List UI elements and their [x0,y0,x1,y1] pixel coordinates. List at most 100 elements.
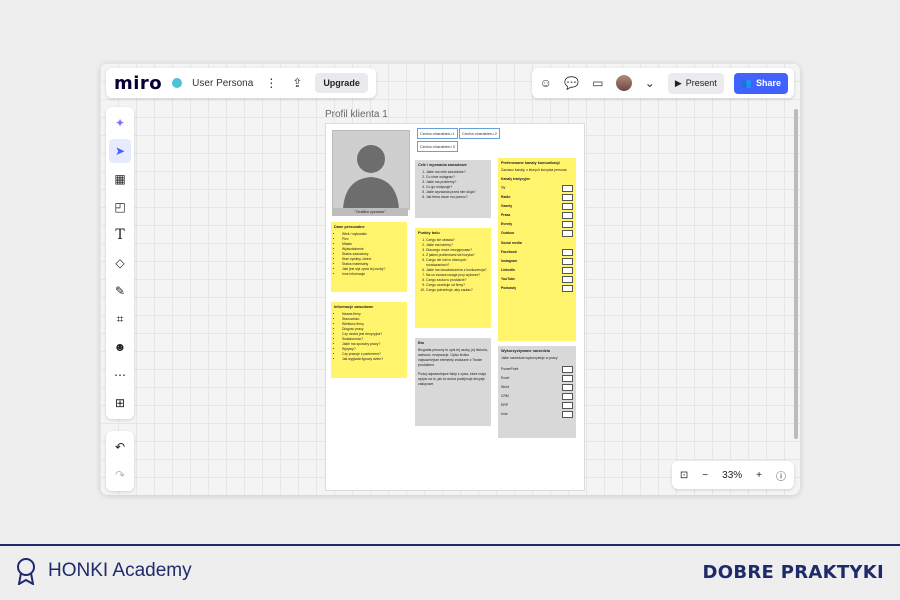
shapes-icon[interactable]: ◇ [109,251,131,275]
brand-name: HONKI Academy [48,560,192,581]
checkbox[interactable] [562,194,573,201]
channel-row: Eventy [501,220,573,229]
list-item: Czego potrzebuje, aby zaufac? [426,288,488,293]
checkbox[interactable] [562,411,573,418]
note-title: Preferowane kanaly komunikacji [501,161,560,165]
note-title: Punkty bolu [418,231,440,235]
video-call-icon[interactable]: ▭ [590,75,606,91]
footer-brand: HONKI Academy [14,557,192,585]
channel-row: Podcasty [501,284,573,293]
persona-photo-placeholder[interactable] [332,130,410,210]
board-header: miro User Persona ⋮ ⇪ Upgrade [106,68,376,98]
comment-icon[interactable]: ⋯ [109,363,131,387]
text-icon[interactable]: T [109,223,131,247]
checkbox[interactable] [562,185,573,192]
checkbox[interactable] [562,258,573,265]
help-icon[interactable]: ⓘ [776,468,786,483]
note-list: Wiek / wyksztalc Plec Miasto Wyksztalcen… [334,232,404,277]
zoom-controls: ⊡ − 33% + ⓘ [671,461,794,489]
trait-tag-3[interactable]: Cecha charakteru 3 [417,141,458,152]
reactions-icon[interactable]: ☺ [538,75,554,91]
channel-row: Instagram [501,257,573,266]
section-label: Kanaly tradycyjne [501,177,531,181]
checkbox[interactable] [562,212,573,219]
person-silhouette-icon [343,145,399,209]
miro-logo[interactable]: miro [114,73,162,94]
note-list: Czego sie obawia? Jakie ma bariery? Dlac… [418,238,488,293]
more-options-icon[interactable]: ⋮ [263,75,279,91]
frame-title[interactable]: Profil klienta 1 [325,109,388,120]
channel-row: Facebook [501,248,573,257]
checkbox[interactable] [562,402,573,409]
footer-divider [0,544,900,546]
add-icon[interactable]: ⊞ [109,391,131,415]
avatar[interactable] [615,75,632,91]
channel-row: Prasa [501,211,573,220]
award-ribbon-icon [17,558,35,585]
checkbox[interactable] [562,375,573,382]
templates-icon[interactable]: ▦ [109,167,131,191]
tool-row: Excel [501,374,573,383]
checkbox[interactable] [562,384,573,391]
zoom-out-icon[interactable]: − [702,470,708,481]
collab-bar: ☺ 💬 ▭ ⌄ ▶ Present 👥 Share [531,68,794,98]
channel-row: Outdoor [501,229,573,238]
checkbox[interactable] [562,249,573,256]
frame-icon[interactable]: ⌗ [109,307,131,331]
note-title: Dane personalne [334,225,365,229]
note-title: Wykorzystywane narzedzia [501,349,550,353]
miro-window: miro User Persona ⋮ ⇪ Upgrade ☺ 💬 ▭ ⌄ ▶ P… [100,63,800,495]
board-icon [172,78,183,88]
share-button[interactable]: 👥 Share [733,72,788,94]
select-cursor-icon[interactable]: ➤ [109,139,131,163]
sticky-tools[interactable]: Wykorzystywane narzedzia Jakie narzedzia… [498,346,576,438]
fit-to-screen-icon[interactable]: ⊡ [680,470,688,481]
channel-row: TV [501,184,573,193]
upgrade-button[interactable]: Upgrade [315,73,368,93]
zoom-in-icon[interactable]: + [756,470,762,481]
checkbox[interactable] [562,276,573,283]
sticky-pain-points[interactable]: Punkty bolu Czego sie obawia? Jakie ma b… [415,228,491,328]
undo-icon[interactable]: ↶ [109,435,131,459]
checkbox[interactable] [562,285,573,292]
checkbox[interactable] [562,267,573,274]
channel-row: Radio [501,193,573,202]
list-item: Jak wyglada typowy dzien? [342,357,404,362]
note-list: Nazwa firmy Stanowisko Wielkosc firmy Dl… [334,312,404,362]
sticky-personal-data[interactable]: Dane personalne Wiek / wyksztalc Plec Mi… [331,222,407,292]
chevron-down-icon[interactable]: ⌄ [642,75,658,91]
channel-row: LinkedIn [501,266,573,275]
note-list: Jakie ma cele zawodowe? Co chce osiagnac… [418,170,488,200]
vertical-scrollbar[interactable] [794,109,798,439]
chat-icon[interactable]: 💬 [564,75,580,91]
pen-icon[interactable]: ✎ [109,279,131,303]
checkbox[interactable] [562,203,573,210]
sticky-channels[interactable]: Preferowane kanaly komunikacji Zaznacz k… [498,158,576,341]
export-icon[interactable]: ⇪ [289,75,305,91]
note-title: Cele i wyzwania zawodowe [418,163,467,167]
board-name[interactable]: User Persona [192,78,253,89]
checkbox[interactable] [562,221,573,228]
list-item: Inne informacje [342,272,404,277]
sticky-goals[interactable]: Cele i wyzwania zawodowe Jakie ma cele z… [415,160,491,218]
share-label: Share [755,78,781,88]
sticky-note-icon[interactable]: ◰ [109,195,131,219]
stickers-icon[interactable]: ☻ [109,335,131,359]
note-title: Informacje zawodowe [334,305,374,309]
zoom-level[interactable]: 33% [722,470,742,481]
tool-row: CRM [501,392,573,401]
ai-sparkle-icon[interactable]: ✦ [109,111,131,135]
trait-tag-1[interactable]: Cecha charakteru 1 [417,128,458,139]
sticky-professional-info[interactable]: Informacje zawodowe Nazwa firmy Stanowis… [331,302,407,378]
note-subtitle: Jakie narzedzia wykorzystuje w pracy [501,356,558,360]
persona-frame[interactable]: "Grafika zyciowe" Cecha charakteru 1 Cec… [325,123,585,491]
checkbox[interactable] [562,230,573,237]
present-button[interactable]: ▶ Present [667,72,724,94]
redo-icon[interactable]: ↷ [109,463,131,487]
trait-tag-2[interactable]: Cecha charakteru 2 [459,128,500,139]
bio-text-1: Biografia persony to opis tej osoby, jej… [418,348,488,367]
sticky-bio[interactable]: Bio Biografia persony to opis tej osoby,… [415,338,491,426]
present-label: Present [685,78,717,88]
checkbox[interactable] [562,393,573,400]
checkbox[interactable] [562,366,573,373]
